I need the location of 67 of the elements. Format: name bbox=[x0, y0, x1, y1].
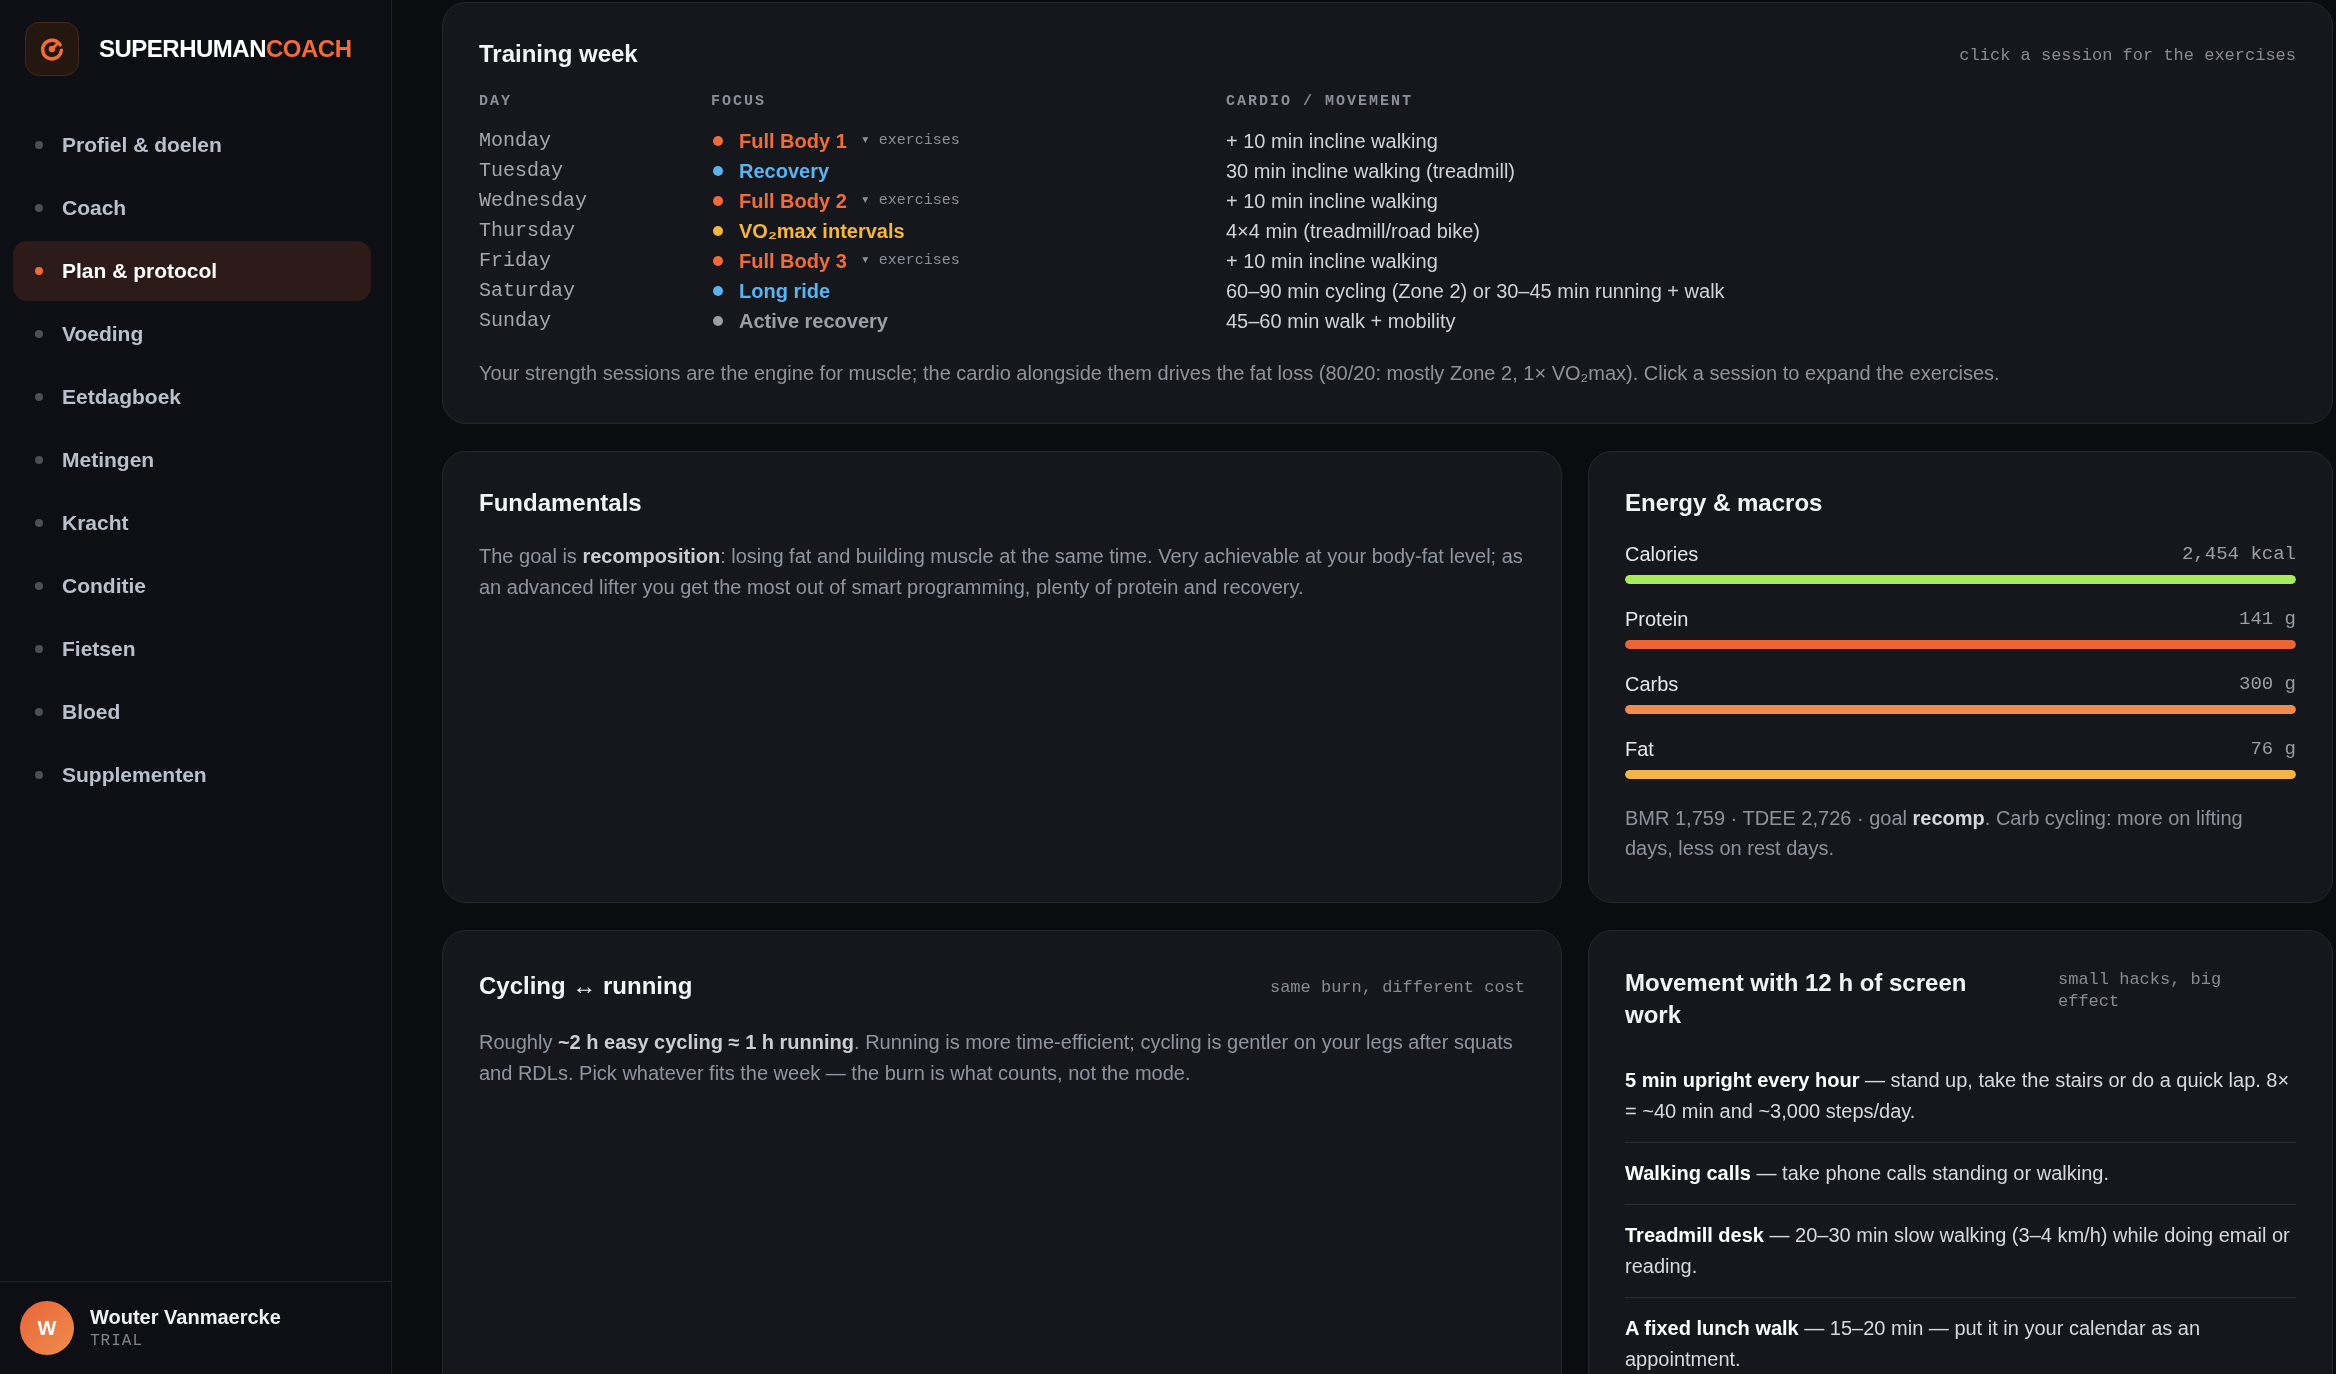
cardio-text: 60–90 min cycling (Zone 2) or 30–45 min running + walk bbox=[1226, 279, 1725, 304]
day-label: Sunday bbox=[479, 308, 551, 334]
brand-name: SUPERHUMANCOACH bbox=[99, 34, 352, 64]
nav-item[interactable]: Fietsen bbox=[13, 619, 371, 679]
body-text: Roughly ~2 h easy cycling ≈ 1 h running. Running is more time-efficient; cycling is gentler on your legs after squats and RDLs. Pick whatever fits the week — the burn is what counts, not the mode. bbox=[479, 1030, 1514, 1086]
session-label: Active recovery bbox=[739, 309, 888, 334]
nav-item[interactable]: Conditie bbox=[13, 556, 371, 616]
session-label: Full Body 2 bbox=[739, 189, 847, 214]
cardio-text: + 10 min incline walking bbox=[1226, 129, 1438, 154]
cardio-text: 30 min incline walking (treadmill) bbox=[1226, 159, 1515, 184]
day-label: Monday bbox=[479, 128, 551, 154]
tip-text: 5 min upright every hour — stand up, take the stairs or do a quick lap. 8× = ~40 min and ~3,000 steps/day. bbox=[1625, 1068, 2291, 1124]
nav-item[interactable]: Bloed bbox=[13, 682, 371, 742]
exercises-toggle[interactable]: ▾ exercises bbox=[860, 191, 960, 211]
session-label: Full Body 3 bbox=[739, 249, 847, 274]
user-plan: TRIAL bbox=[90, 1331, 144, 1352]
user-name: Wouter Vanmaercke bbox=[90, 1305, 281, 1330]
nav-item[interactable]: Plan & protocol bbox=[13, 241, 371, 301]
column-header: FOCUS bbox=[711, 92, 766, 112]
day-label: Saturday bbox=[479, 278, 575, 304]
exercises-toggle[interactable]: ▾ exercises bbox=[860, 251, 960, 271]
card-hint: small hacks, big effect bbox=[2058, 969, 2223, 1013]
card-title: Training week bbox=[479, 39, 638, 69]
card-title: Movement with 12 h of screen work bbox=[1625, 968, 1968, 1030]
card-title: Fundamentals bbox=[479, 488, 643, 518]
tip-text: A fixed lunch walk — 15–20 min — put it in your calendar as an appointment. bbox=[1625, 1297, 2296, 1374]
nav-item[interactable]: Eetdagboek bbox=[13, 367, 371, 427]
session-label: Full Body 1 bbox=[739, 129, 847, 154]
session-label: Recovery bbox=[739, 159, 830, 184]
macro-value: 2,454 kcal bbox=[2181, 542, 2296, 567]
macro-label: Fat bbox=[1625, 737, 1654, 762]
nav-item[interactable]: Supplementen bbox=[13, 745, 371, 805]
cardio-text: 4×4 min (treadmill/road bike) bbox=[1226, 219, 1480, 244]
card-title: Cycling ↔ running bbox=[479, 971, 693, 1001]
column-header: DAY bbox=[479, 92, 512, 112]
column-header: CARDIO / MOVEMENT bbox=[1226, 92, 1414, 112]
nav-item[interactable]: Coach bbox=[13, 178, 371, 238]
macro-value: 141 g bbox=[2239, 607, 2296, 632]
tip-text: Treadmill desk — 20–30 min slow walking (3–4 km/h) while doing email or reading. bbox=[1625, 1204, 2296, 1297]
exercises-toggle[interactable]: ▾ exercises bbox=[860, 131, 960, 151]
macro-value: 300 g bbox=[2239, 672, 2296, 697]
note-text: BMR 1,759 · TDEE 2,726 · goal recomp. Carb cycling: more on lifting days, less on rest days. bbox=[1625, 806, 2244, 861]
session-label: VO₂max intervals bbox=[739, 219, 905, 244]
macro-label: Calories bbox=[1625, 542, 1699, 567]
cardio-text: + 10 min incline walking bbox=[1226, 189, 1438, 214]
note-text: Your strength sessions are the engine for muscle; the cardio alongside them drives the fat loss (80/20: mostly Zone 2, 1× VO₂max). Click a session to expand the exercises. bbox=[479, 361, 2001, 386]
day-label: Friday bbox=[479, 248, 551, 274]
logo-icon bbox=[25, 22, 79, 76]
tip-text: Walking calls — take phone calls standing or walking. bbox=[1625, 1142, 2296, 1204]
macro-value: 76 g bbox=[2250, 737, 2296, 762]
day-label: Thursday bbox=[479, 218, 575, 244]
cardio-text: 45–60 min walk + mobility bbox=[1226, 309, 1456, 334]
macro-label: Carbs bbox=[1625, 672, 1679, 697]
nav-item[interactable]: Voeding bbox=[13, 304, 371, 364]
nav-item[interactable]: Kracht bbox=[13, 493, 371, 553]
card-title: Energy & macros bbox=[1625, 488, 1824, 518]
user-avatar: W bbox=[20, 1301, 74, 1355]
nav-item[interactable]: Metingen bbox=[13, 430, 371, 490]
cardio-text: + 10 min incline walking bbox=[1226, 249, 1438, 274]
day-label: Wednesday bbox=[479, 188, 588, 214]
card-hint: same burn, different cost bbox=[1269, 977, 1525, 1000]
card-hint: click a session for the exercises bbox=[1959, 45, 2296, 68]
nav-item[interactable]: Profiel & doelen bbox=[13, 115, 371, 175]
session-label: Long ride bbox=[739, 279, 831, 304]
day-label: Tuesday bbox=[479, 158, 563, 184]
macro-label: Protein bbox=[1625, 607, 1689, 632]
body-text: The goal is recomposition: losing fat and building muscle at the same time. Very achievable at your body-fat level; as an advanced lifter you get the most out of smart programming, plenty of protein and recovery. bbox=[479, 544, 1524, 600]
